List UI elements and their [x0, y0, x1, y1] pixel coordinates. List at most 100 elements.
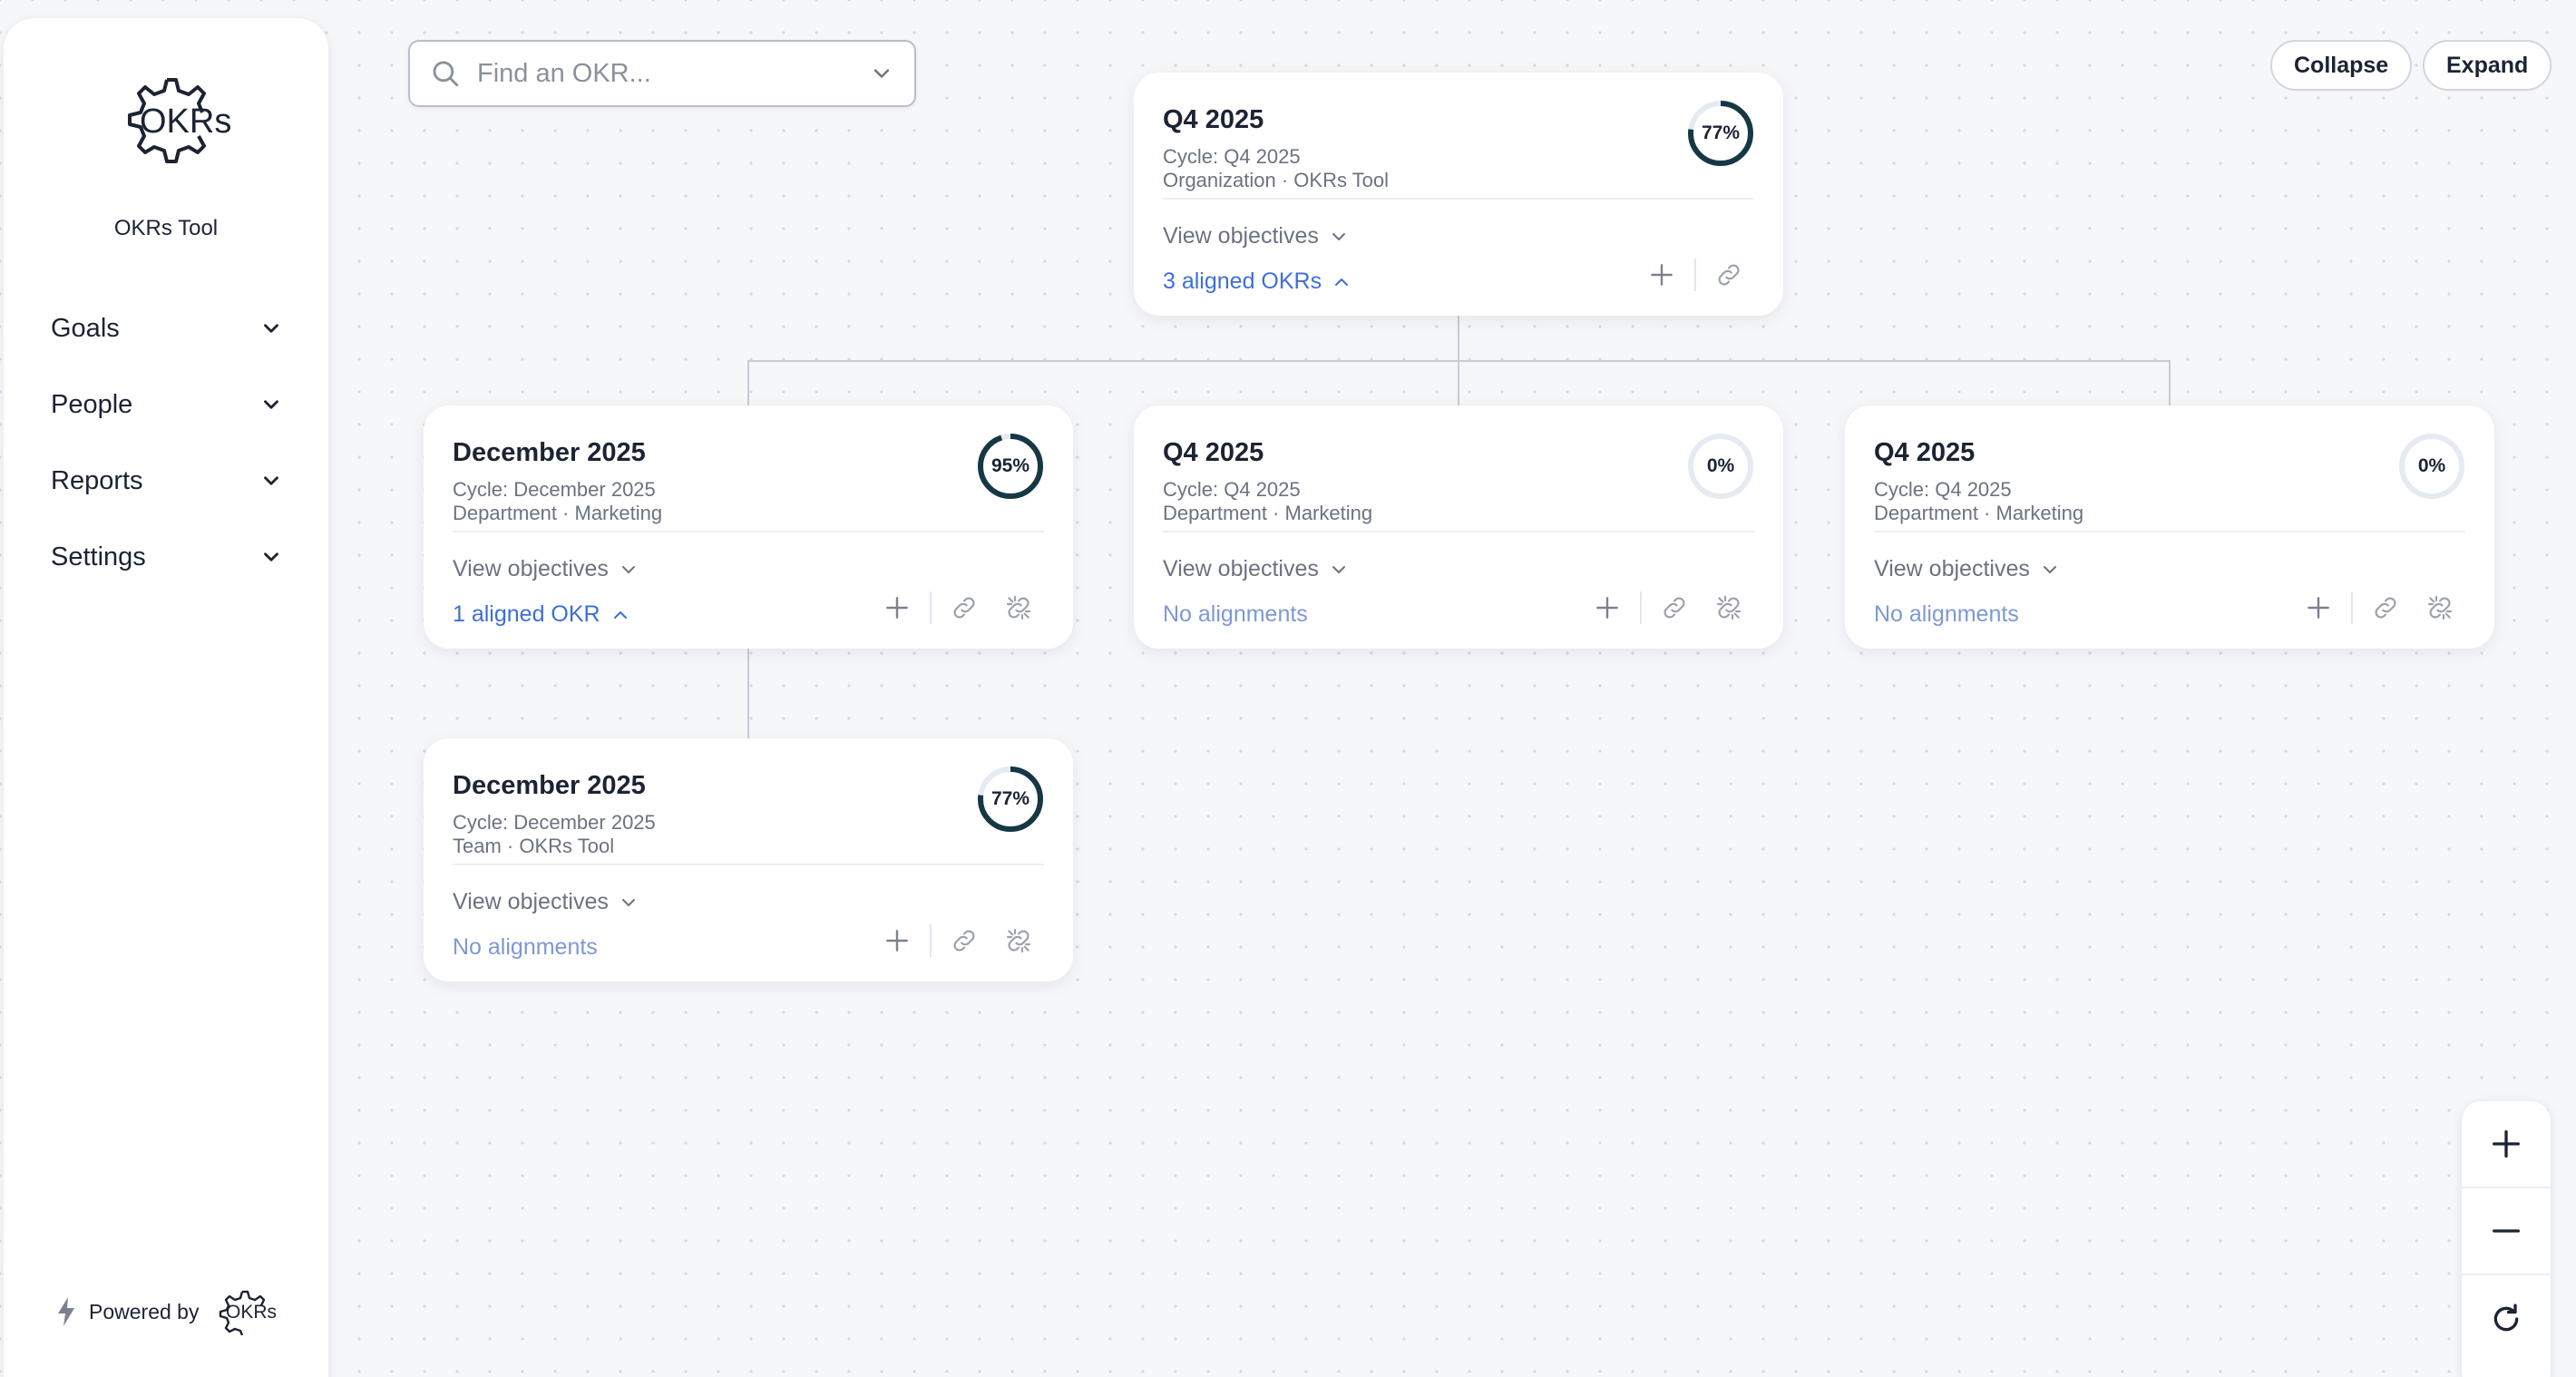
zoom-controls — [2462, 1101, 2551, 1377]
zoom-in-button[interactable] — [2462, 1101, 2551, 1188]
view-objectives-label: View objectives — [453, 556, 609, 581]
powered-by[interactable]: Powered by OKRs — [56, 1288, 280, 1335]
connector-line — [1458, 360, 1459, 405]
sidebar-item-reports[interactable]: Reports — [51, 443, 283, 519]
add-okr-button[interactable] — [870, 920, 924, 962]
link-okr-button[interactable] — [1702, 254, 1756, 296]
view-objectives-toggle[interactable]: View objectives — [1163, 556, 1350, 582]
unlink-okr-button[interactable] — [991, 920, 1046, 962]
unlink-okr-button[interactable] — [991, 587, 1046, 629]
plus-icon — [1651, 264, 1673, 286]
okr-card-owner: Department · Marketing — [1163, 502, 1373, 524]
view-objectives-toggle[interactable]: View objectives — [453, 889, 639, 915]
unlink-icon — [1006, 595, 1031, 620]
link-okr-button[interactable] — [1647, 587, 1702, 629]
action-separator — [930, 591, 932, 624]
view-objectives-toggle[interactable]: View objectives — [1874, 556, 2061, 582]
sidebar-item-settings[interactable]: Settings — [51, 519, 283, 595]
chevron-down-icon[interactable] — [869, 61, 894, 86]
unlink-okr-button[interactable] — [1702, 587, 1756, 629]
okr-card[interactable]: Q4 2025 Cycle: Q4 2025 Department · Mark… — [1134, 405, 1783, 649]
bolt-icon — [58, 1297, 74, 1326]
search-icon — [433, 61, 459, 87]
link-icon — [953, 930, 975, 952]
view-objectives-toggle[interactable]: View objectives — [453, 556, 639, 582]
link-okr-button[interactable] — [937, 920, 991, 962]
okr-search[interactable] — [408, 40, 916, 107]
okr-card-owner: Organization · OKRs Tool — [1163, 169, 1390, 191]
okr-card-cycle: Cycle: December 2025 — [453, 811, 656, 834]
powered-label: Powered by — [89, 1299, 200, 1323]
card-divider — [1163, 531, 1754, 532]
alignments-label: 1 aligned OKR — [453, 601, 600, 627]
okr-card-title: December 2025 — [453, 771, 646, 800]
view-objectives-toggle[interactable]: View objectives — [1163, 223, 1350, 249]
okr-card-title: Q4 2025 — [1163, 105, 1264, 134]
card-divider — [1874, 531, 2465, 532]
sidebar-item-label: Goals — [51, 313, 120, 343]
brand-name: OKRs Tool — [113, 216, 219, 240]
add-okr-button[interactable] — [1580, 587, 1634, 629]
connector-line — [747, 360, 749, 405]
okr-card-title: Q4 2025 — [1163, 438, 1264, 467]
okr-card[interactable]: December 2025 Cycle: December 2025 Depar… — [424, 405, 1073, 649]
reset-view-button[interactable] — [2462, 1275, 2551, 1362]
sidebar-item-label: Reports — [51, 465, 143, 495]
link-icon — [953, 597, 975, 619]
alignments-toggle[interactable]: 1 aligned OKR — [453, 601, 631, 628]
chevron-down-icon — [2043, 565, 2056, 573]
okr-card-cycle: Cycle: Q4 2025 — [1163, 145, 1301, 168]
add-okr-button[interactable] — [1634, 254, 1689, 296]
svg-text:OKRs: OKRs — [140, 103, 230, 141]
search-input[interactable] — [477, 58, 869, 89]
chevron-down-icon — [1332, 232, 1345, 240]
okr-card[interactable]: Q4 2025 Cycle: Q4 2025 Department · Mark… — [1845, 405, 2494, 649]
zoom-in-icon — [2493, 1130, 2520, 1157]
gear-logo-icon: OKRs — [220, 1290, 277, 1335]
unlink-okr-button[interactable] — [2413, 587, 2467, 629]
sidebar-item-label: Settings — [51, 542, 146, 571]
okr-card-title: December 2025 — [453, 438, 646, 467]
alignments-toggle[interactable]: 3 aligned OKRs — [1163, 269, 1352, 295]
link-okr-button[interactable] — [2358, 587, 2413, 629]
zoom-out-button[interactable] — [2462, 1188, 2551, 1275]
zoom-out-icon — [2493, 1229, 2520, 1233]
chevron-down-icon — [621, 565, 635, 573]
collapse-button[interactable]: Collapse — [2270, 40, 2413, 91]
sidebar-item-people[interactable]: People — [51, 366, 283, 443]
alignments-toggle[interactable]: No alignments — [1163, 601, 1308, 628]
action-separator — [930, 924, 932, 957]
card-actions — [870, 587, 1046, 629]
connector-line — [1458, 314, 1459, 361]
plus-icon — [2308, 597, 2329, 619]
progress-label: 95% — [990, 455, 1030, 476]
add-okr-button[interactable] — [870, 587, 924, 629]
alignments-label: No alignments — [453, 934, 598, 960]
connector-line — [747, 648, 749, 738]
progress-label: 77% — [990, 788, 1030, 809]
link-okr-button[interactable] — [937, 587, 991, 629]
okr-card-title: Q4 2025 — [1874, 438, 1976, 467]
action-separator — [1640, 591, 1642, 624]
okr-card-owner: Department · Marketing — [1874, 502, 2084, 524]
sidebar-item-goals[interactable]: Goals — [51, 290, 283, 366]
chevron-down-icon — [264, 400, 278, 409]
alignments-toggle[interactable]: No alignments — [453, 934, 598, 961]
alignments-label: No alignments — [1874, 601, 2019, 627]
chevron-up-icon — [613, 610, 627, 619]
okr-card[interactable]: Q4 2025 Cycle: Q4 2025 Organization · OK… — [1134, 73, 1783, 316]
progress-label: 77% — [1701, 122, 1741, 143]
add-okr-button[interactable] — [2291, 587, 2346, 629]
chevron-down-icon — [264, 324, 278, 333]
link-icon — [1718, 264, 1740, 286]
gear-logo-icon: OKRs — [128, 78, 231, 163]
expand-button[interactable]: Expand — [2423, 40, 2552, 91]
chevron-up-icon — [1335, 278, 1349, 286]
okr-card-cycle: Cycle: Q4 2025 — [1874, 478, 2012, 501]
view-objectives-label: View objectives — [453, 889, 609, 914]
progress-label: 0% — [1706, 455, 1735, 476]
unlink-icon — [1716, 595, 1742, 620]
okr-card[interactable]: December 2025 Cycle: December 2025 Team … — [424, 738, 1073, 981]
alignments-toggle[interactable]: No alignments — [1874, 601, 2019, 628]
card-actions — [870, 920, 1046, 962]
